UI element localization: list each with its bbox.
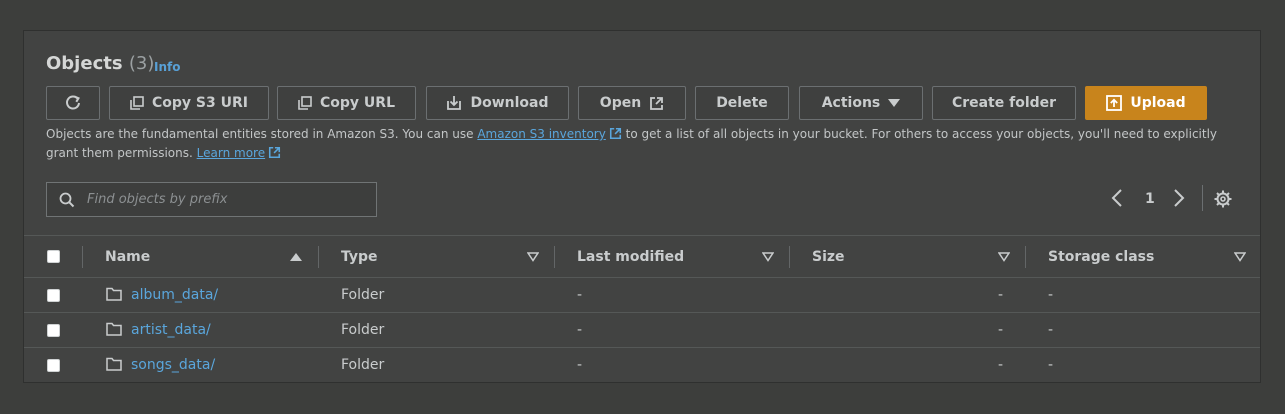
upload-label: Upload [1130, 95, 1186, 111]
external-link-icon [269, 146, 281, 159]
objects-title: Objects [46, 53, 123, 74]
open-button[interactable]: Open [578, 86, 686, 120]
column-name-header[interactable]: Name [105, 249, 150, 265]
objects-panel: Objects (3) Info Copy S3 URI Copy URL Do… [23, 30, 1261, 383]
actions-label: Actions [821, 95, 881, 111]
column-last-modified-header[interactable]: Last modified [577, 249, 684, 265]
delete-label: Delete [716, 95, 768, 111]
object-last-modified: - [577, 287, 583, 303]
folder-icon [106, 357, 122, 371]
object-storage-class: - [1048, 287, 1054, 303]
create-folder-label: Create folder [951, 95, 1057, 111]
sort-ascending-icon[interactable] [290, 252, 302, 262]
search-input[interactable] [85, 191, 369, 208]
open-label: Open [599, 95, 642, 111]
copy-url-label: Copy URL [320, 95, 395, 111]
column-divider [789, 246, 790, 268]
download-icon [447, 96, 462, 110]
external-link-icon [609, 127, 621, 140]
object-type: Folder [341, 357, 385, 373]
column-storage-class-header[interactable]: Storage class [1048, 249, 1154, 265]
objects-count: (3) [128, 53, 155, 74]
description-text-1: Objects are the fundamental entities sto… [46, 127, 478, 141]
table-header: Name Type Last modified Size Storage cla… [24, 235, 1260, 278]
copy-icon [298, 96, 312, 110]
info-link[interactable]: Info [154, 60, 180, 74]
actions-dropdown[interactable]: Actions [799, 86, 923, 120]
row-checkbox[interactable] [47, 359, 60, 372]
chevron-left-icon[interactable] [1111, 189, 1123, 207]
table-row[interactable]: artist_data/ Folder - - - [24, 313, 1260, 348]
row-checkbox[interactable] [47, 289, 60, 302]
object-type: Folder [341, 322, 385, 338]
column-divider [82, 246, 83, 268]
object-name-link[interactable]: artist_data/ [131, 322, 211, 338]
object-size: - [998, 287, 1004, 303]
column-type-header[interactable]: Type [341, 249, 378, 265]
search-box [46, 182, 377, 217]
folder-icon [106, 287, 122, 301]
copy-s3-uri-button[interactable]: Copy S3 URI [109, 86, 269, 120]
object-type: Folder [341, 287, 385, 303]
object-size: - [998, 322, 1004, 338]
objects-description: Objects are the fundamental entities sto… [46, 125, 1226, 163]
copy-url-button[interactable]: Copy URL [277, 86, 416, 120]
object-storage-class: - [1048, 357, 1054, 373]
external-link-icon [650, 96, 664, 110]
sort-icon[interactable] [998, 252, 1010, 262]
sort-icon[interactable] [527, 252, 539, 262]
refresh-icon [66, 95, 80, 110]
page-title: Objects (3) [46, 53, 154, 74]
row-checkbox[interactable] [47, 324, 60, 337]
object-size: - [998, 357, 1004, 373]
copy-icon [130, 96, 144, 110]
caret-down-icon [888, 99, 901, 107]
object-name-link[interactable]: album_data/ [131, 287, 218, 303]
folder-icon [106, 322, 122, 336]
delete-button[interactable]: Delete [695, 86, 789, 120]
upload-button[interactable]: Upload [1085, 86, 1207, 120]
page-number[interactable]: 1 [1145, 191, 1155, 207]
column-divider [318, 246, 319, 268]
object-last-modified: - [577, 322, 583, 338]
sort-icon[interactable] [1234, 252, 1246, 262]
column-divider [1025, 246, 1026, 268]
refresh-button[interactable] [46, 86, 100, 120]
object-storage-class: - [1048, 322, 1054, 338]
chevron-right-icon[interactable] [1173, 189, 1185, 207]
sort-icon[interactable] [762, 252, 774, 262]
column-divider [554, 246, 555, 268]
download-button[interactable]: Download [426, 86, 569, 120]
create-folder-button[interactable]: Create folder [932, 86, 1076, 120]
s3-inventory-link[interactable]: Amazon S3 inventory [477, 127, 606, 141]
object-last-modified: - [577, 357, 583, 373]
table-row[interactable]: songs_data/ Folder - - - [24, 348, 1260, 383]
object-name-link[interactable]: songs_data/ [131, 357, 215, 373]
learn-more-link[interactable]: Learn more [197, 146, 265, 160]
select-all-checkbox[interactable] [47, 250, 60, 263]
search-icon [59, 192, 75, 207]
download-label: Download [470, 95, 549, 111]
column-size-header[interactable]: Size [812, 249, 845, 265]
upload-icon [1106, 95, 1123, 111]
copy-s3-uri-label: Copy S3 URI [152, 95, 248, 111]
pagination-divider [1202, 185, 1203, 211]
gear-icon[interactable] [1214, 190, 1232, 208]
table-row[interactable]: album_data/ Folder - - - [24, 278, 1260, 313]
